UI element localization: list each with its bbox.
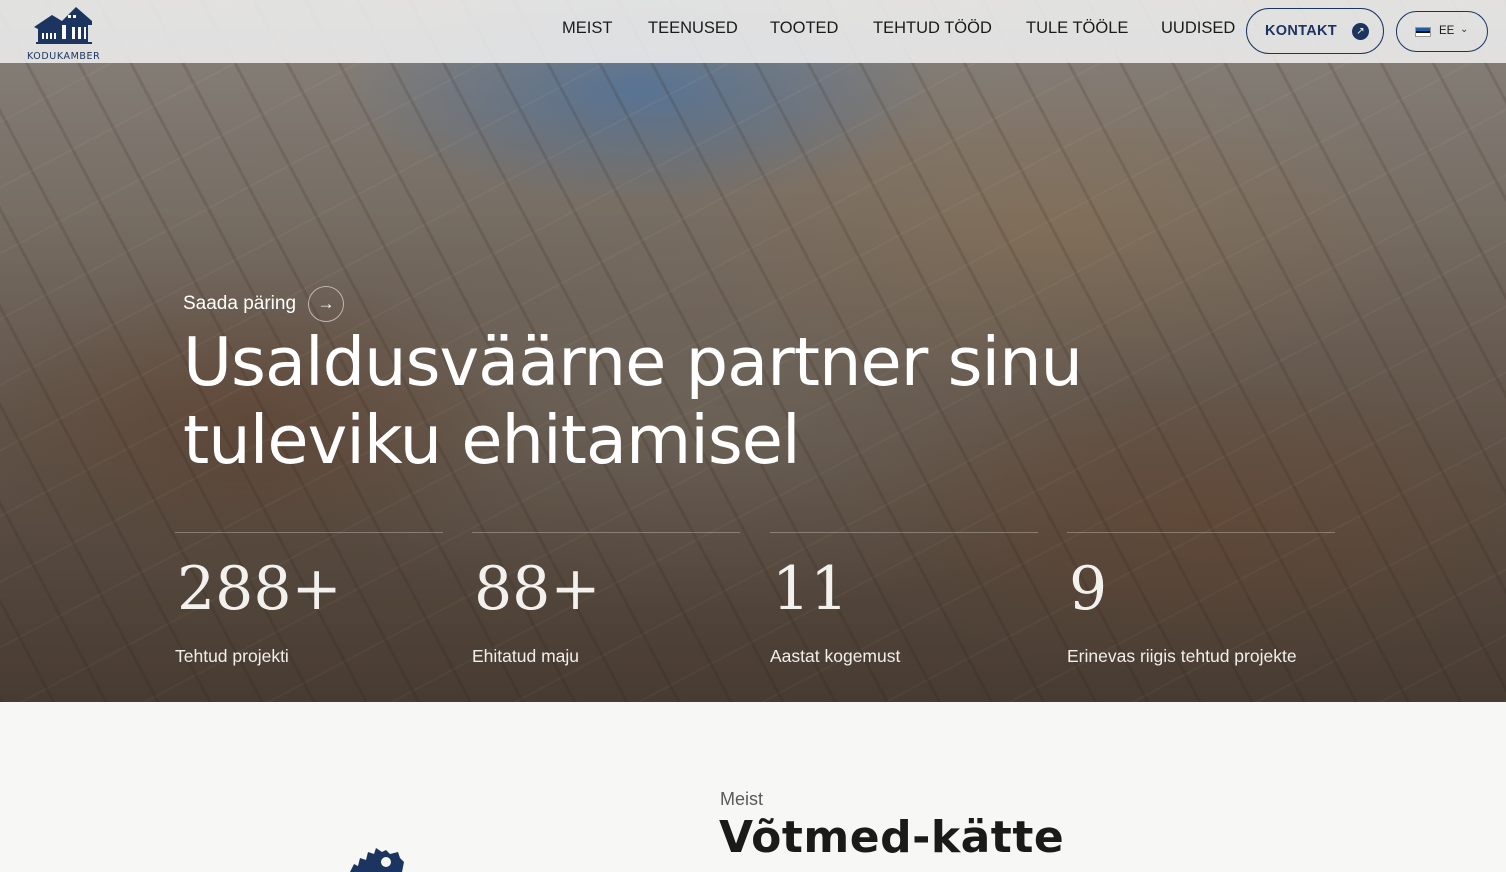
stat-label: Tehtud projekti — [175, 646, 289, 666]
about-title: Võtmed-kätte — [719, 812, 1065, 863]
stat-projects: 288+ Tehtud projekti — [175, 532, 443, 682]
stat-countries: 9 Erinevas riigis tehtud projekte — [1067, 532, 1335, 682]
site-header: KODUKAMBER MEIST TEENUSED TOOTED TEHTUD … — [0, 0, 1506, 63]
language-code: EE — [1439, 25, 1455, 37]
arrow-up-right-icon: ↗ — [1352, 23, 1369, 40]
house-logo-icon — [34, 7, 92, 44]
stat-label: Erinevas riigis tehtud projekte — [1067, 646, 1297, 666]
nav-item-uudised[interactable]: UUDISED — [1161, 19, 1235, 38]
nav-item-meist[interactable]: MEIST — [562, 19, 612, 38]
nav-item-tule-toole[interactable]: TULE TÖÖLE — [1026, 19, 1128, 38]
nav-item-tooted[interactable]: TOOTED — [770, 19, 838, 38]
estonia-flag-icon — [1415, 27, 1431, 37]
hero-title-line-2: tuleviku ehitamisel — [183, 401, 801, 479]
arrow-right-icon: → — [308, 286, 345, 322]
stat-years: 11 Aastat kogemust — [770, 532, 1038, 682]
nav-item-teenused[interactable]: TEENUSED — [648, 19, 738, 38]
stat-label: Ehitatud maju — [472, 646, 580, 666]
stat-houses: 88+ Ehitatud maju — [472, 532, 740, 682]
hero-section: Saada päring → Usaldusväärne partner sin… — [0, 0, 1506, 702]
about-eyebrow: Meist — [720, 789, 764, 809]
send-inquiry-label: Saada päring — [183, 293, 297, 314]
language-selector[interactable]: EE ⌄ — [1396, 11, 1488, 52]
chevron-down-icon: ⌄ — [1460, 24, 1469, 35]
stat-label: Aastat kogemust — [770, 646, 901, 666]
stat-divider — [472, 532, 740, 533]
hero-title: Usaldusväärne partner sinu tuleviku ehit… — [183, 323, 1183, 479]
stat-divider — [175, 532, 443, 533]
nav-item-tehtud-tood[interactable]: TEHTUD TÖÖD — [873, 19, 992, 38]
contact-button-label: KONTAKT — [1265, 23, 1337, 39]
stat-value: 88+ — [474, 554, 601, 624]
contact-button[interactable]: KONTAKT ↗ — [1246, 8, 1384, 54]
stat-divider — [1067, 532, 1335, 533]
stat-value: 11 — [772, 554, 849, 624]
send-inquiry-link[interactable]: Saada päring → — [183, 286, 345, 322]
stat-value: 9 — [1069, 554, 1108, 624]
map-graphic-icon — [350, 848, 404, 872]
stat-divider — [770, 532, 1038, 533]
brand-name: KODUKAMBER — [27, 51, 101, 62]
hero-title-line-1: Usaldusväärne partner sinu — [183, 323, 1083, 401]
stat-value: 288+ — [177, 554, 342, 624]
about-section: Meist Võtmed-kätte — [0, 702, 1506, 872]
brand-logo[interactable]: KODUKAMBER — [26, 5, 101, 62]
